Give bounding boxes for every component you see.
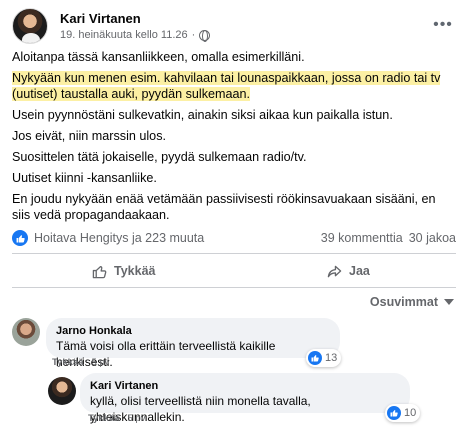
like-button[interactable]: Tykkää [92, 261, 155, 281]
globe-icon[interactable] [199, 29, 211, 42]
comment-age[interactable]: 5 pv [92, 357, 110, 368]
post-paragraph: En joudu nykyään enää vetämään passiivis… [12, 192, 436, 222]
reactions-summary: Hoitava Hengitys ja 223 muuta 39 komment… [12, 229, 456, 249]
engagement-counts: 39 kommenttia 30 jakoa [321, 231, 456, 245]
comment-sort-dropdown[interactable]: Osuvimmat [370, 295, 454, 309]
comment-bubble: Jarno Honkala Tämä voisi olla erittäin t… [46, 318, 340, 369]
commenter-avatar[interactable] [48, 377, 76, 405]
post-paragraph: Jos eivät, niin marssin ulos. [12, 129, 166, 143]
post-paragraph: Uutiset kiinni -kansanliike. [12, 171, 157, 185]
reactions-summary-text[interactable]: Hoitava Hengitys ja 223 muuta [34, 231, 204, 245]
highlighted-text: Nykyään kun menen esim. kahvilaan tai lo… [12, 71, 441, 101]
post-paragraph: Usein pyynnöstäni sulkevatkin, ainakin s… [12, 108, 393, 122]
post-author-name[interactable]: Kari Virtanen [60, 11, 141, 26]
post-paragraph: Suosittelen tätä jokaiselle, pyydä sulke… [12, 150, 307, 164]
like-reaction-icon [387, 406, 401, 420]
post-timestamp[interactable]: 19. heinäkuuta kello 11.26 [60, 29, 188, 41]
share-button[interactable]: Jaa [327, 261, 370, 281]
post-header: Kari Virtanen 19. heinäkuuta kello 11.26… [12, 8, 460, 44]
comment-age[interactable]: 5 pv [128, 413, 146, 424]
like-reaction-icon [308, 351, 322, 365]
comment-bubble: Kari Virtanen kyllä, olisi terveellistä … [80, 373, 410, 424]
comment-like-count: 10 [404, 407, 417, 419]
share-count[interactable]: 30 jakoa [409, 231, 456, 245]
author-avatar[interactable] [12, 8, 48, 44]
commenter-avatar[interactable] [12, 318, 40, 346]
comment-like-count: 13 [325, 352, 338, 364]
post-paragraph-highlighted: Nykyään kun menen esim. kahvilaan tai lo… [12, 70, 456, 102]
post-body: Aloitanpa tässä kansanliikkeen, omalla e… [12, 49, 456, 228]
more-horizontal-icon: ••• [433, 16, 453, 33]
comment-count[interactable]: 39 kommenttia [321, 231, 403, 245]
comment-like-link[interactable]: Tykkää [88, 413, 120, 424]
divider [12, 287, 456, 288]
comment-sort-label: Osuvimmat [369, 295, 438, 309]
post-paragraph: Aloitanpa tässä kansanliikkeen, omalla e… [12, 50, 305, 64]
more-options-button[interactable]: ••• [430, 12, 456, 38]
meta-separator: · [191, 29, 196, 41]
comment-actions: Tykkää 5 pv [88, 413, 145, 424]
comment-reaction-count[interactable]: 10 [385, 404, 421, 422]
share-button-label: Jaa [349, 264, 370, 278]
like-reaction-icon[interactable] [12, 230, 28, 246]
comment-author[interactable]: Kari Virtanen [90, 379, 400, 393]
like-button-label: Tykkää [114, 264, 156, 278]
comment-author[interactable]: Jarno Honkala [56, 324, 330, 338]
comment-actions: Tykkää 5 pv [52, 357, 109, 368]
post-meta: 19. heinäkuuta kello 11.26 · [60, 29, 211, 42]
share-arrow-icon [327, 265, 342, 277]
thumbs-up-icon [92, 265, 107, 278]
chevron-down-icon [444, 299, 454, 305]
divider [12, 253, 456, 254]
comment-like-link[interactable]: Tykkää [52, 357, 84, 368]
comment-reaction-count[interactable]: 13 [306, 349, 342, 367]
